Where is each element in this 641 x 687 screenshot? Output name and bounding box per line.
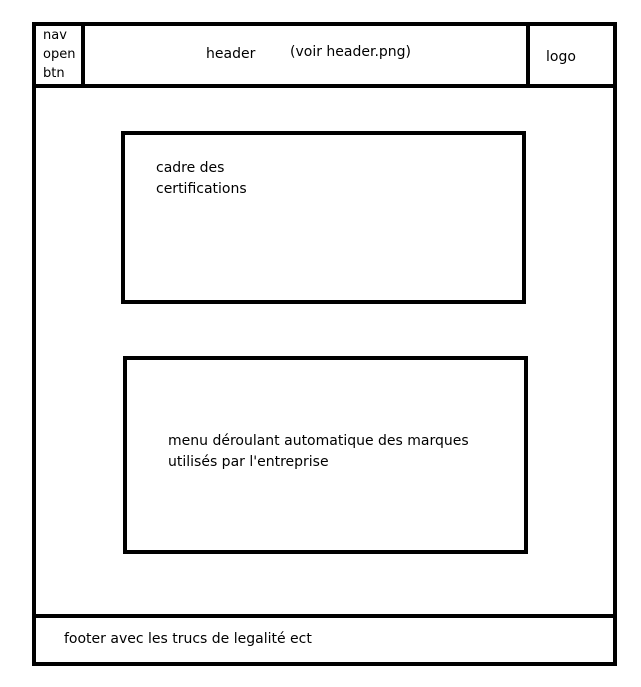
- footer-divider: [32, 614, 617, 618]
- nav-divider: [81, 22, 85, 88]
- logo: logo: [546, 49, 576, 65]
- certifications-label: cadre des certifications: [156, 160, 247, 197]
- page-frame: [32, 22, 617, 666]
- header-label: header: [206, 46, 256, 62]
- header-note: (voir header.png): [290, 44, 412, 60]
- certifications-frame: [121, 131, 526, 304]
- logo-divider: [526, 22, 530, 88]
- footer-label: footer avec les trucs de legalité ect: [64, 631, 312, 647]
- nav-open-button[interactable]: nav open btn: [43, 26, 75, 83]
- brands-menu-label: menu déroulant automatique des marques u…: [168, 433, 469, 470]
